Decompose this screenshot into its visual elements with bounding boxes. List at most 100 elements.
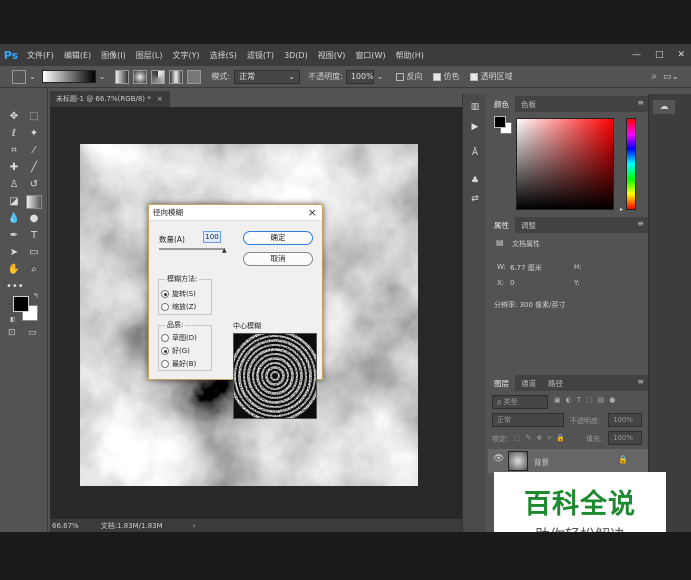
properties-menu-icon[interactable]: ≡	[637, 219, 644, 228]
spin-radio[interactable]: 旋转(S)	[161, 289, 196, 299]
layer-filter-icons[interactable]: ▣◐T⬚▤●	[554, 396, 620, 404]
gradient-tool-icon[interactable]	[26, 195, 42, 209]
hue-slider-handle[interactable]: ▸	[620, 206, 623, 213]
zoom-level[interactable]: 66.67%	[52, 522, 79, 530]
libraries-icon[interactable]: ☁	[653, 100, 675, 114]
lock-icons[interactable]: ⬚✎✥⌗🔒	[514, 434, 570, 443]
actions-panel-icon[interactable]: ▶	[468, 122, 482, 134]
lasso-tool-icon[interactable]: ℓ	[6, 127, 22, 141]
menu-help[interactable]: 帮助(H)	[391, 50, 429, 61]
swap-colors-icon[interactable]: ↰	[33, 292, 39, 300]
tab-swatches[interactable]: 色板	[515, 96, 542, 112]
cancel-button[interactable]: 取消	[243, 252, 313, 266]
menu-window[interactable]: 窗口(W)	[350, 50, 390, 61]
hue-slider[interactable]	[626, 118, 636, 210]
zoom-radio[interactable]: 缩放(Z)	[161, 302, 196, 312]
tab-color[interactable]: 颜色	[488, 96, 515, 112]
fill-input[interactable]: 100%	[608, 431, 642, 445]
tab-properties[interactable]: 属性	[488, 217, 515, 233]
diamond-gradient-icon[interactable]	[187, 69, 202, 84]
menu-type[interactable]: 文字(Y)	[167, 50, 204, 61]
layer-kind-filter[interactable]: ρ 类型	[492, 395, 548, 409]
menu-file[interactable]: 文件(F)	[22, 50, 59, 61]
dither-checkbox[interactable]	[432, 72, 441, 81]
best-radio[interactable]: 最好(B)	[161, 359, 196, 369]
magic-wand-icon[interactable]: ✦	[26, 127, 42, 141]
eraser-tool-icon[interactable]: ◪	[6, 195, 22, 209]
document-tab[interactable]: 未标题-1 @ 66.7%(RGB/8) * ×	[50, 91, 170, 107]
menu-view[interactable]: 视图(V)	[313, 50, 351, 61]
good-radio[interactable]: 好(G)	[161, 346, 190, 356]
menu-edit[interactable]: 编辑(E)	[59, 50, 96, 61]
history-panel-icon[interactable]: ▥	[468, 102, 482, 114]
tab-adjustments[interactable]: 调整	[515, 217, 542, 233]
search-icon[interactable]: ⌕	[651, 71, 657, 82]
layer-blend-mode[interactable]: 正常	[492, 413, 564, 427]
healing-brush-icon[interactable]: ✚	[6, 161, 22, 175]
tab-paths[interactable]: 路径	[542, 375, 569, 391]
restore-button[interactable]: □	[655, 50, 664, 60]
brush-tool-icon[interactable]: ╱	[26, 161, 42, 175]
draft-radio-dot[interactable]	[161, 334, 169, 342]
radial-gradient-icon[interactable]	[133, 69, 148, 84]
screen-mode-icon[interactable]: ▭	[28, 328, 37, 338]
type-tool-icon[interactable]: T	[26, 229, 42, 243]
layers-menu-icon[interactable]: ≡	[637, 377, 644, 386]
opacity-input[interactable]: 100%	[345, 69, 374, 84]
draft-radio[interactable]: 草图(D)	[161, 333, 197, 343]
color-field[interactable]	[516, 118, 614, 210]
menu-select[interactable]: 选择(S)	[205, 50, 242, 61]
gradient-chevron-icon[interactable]: ⌄	[99, 72, 106, 81]
minimize-button[interactable]: —	[632, 50, 641, 60]
ok-button[interactable]: 确定	[243, 231, 313, 245]
reflected-gradient-icon[interactable]	[169, 69, 184, 84]
workspace-icon[interactable]: ▭⌄	[663, 72, 679, 82]
tab-layers[interactable]: 图层	[488, 375, 515, 391]
spin-radio-dot[interactable]	[161, 290, 169, 298]
linear-gradient-icon[interactable]	[115, 69, 130, 84]
hand-tool-icon[interactable]: ✋	[6, 263, 22, 277]
menu-filter[interactable]: 滤镜(T)	[242, 50, 279, 61]
panel-fg-swatch[interactable]	[494, 116, 506, 128]
close-tab-icon[interactable]: ×	[157, 95, 163, 103]
brush-panel-icon[interactable]: ♣	[468, 176, 482, 188]
pen-tool-icon[interactable]: ✒	[6, 229, 22, 243]
visibility-eye-icon[interactable]: 👁	[493, 454, 504, 464]
best-radio-dot[interactable]	[161, 360, 169, 368]
character-panel-icon[interactable]: Ā	[468, 148, 482, 160]
layer-row[interactable]: 👁 背景 🔒	[488, 449, 648, 473]
crop-tool-icon[interactable]: ⌗	[6, 144, 22, 158]
stamp-tool-icon[interactable]: ♙	[6, 178, 22, 192]
path-select-icon[interactable]: ➤	[6, 246, 22, 260]
layer-opacity-input[interactable]: 100%	[608, 413, 642, 427]
quick-mask-icon[interactable]: ⊡	[8, 328, 16, 338]
panel-menu-icon[interactable]: ≡	[637, 98, 644, 107]
preset-chevron-icon[interactable]: ⌄	[29, 72, 36, 81]
marquee-tool-icon[interactable]: ⬚	[26, 110, 42, 124]
transparency-checkbox[interactable]	[469, 72, 478, 81]
close-button[interactable]: ✕	[677, 50, 685, 60]
tab-channels[interactable]: 通道	[515, 375, 542, 391]
gradient-preview[interactable]	[41, 70, 96, 83]
angle-gradient-icon[interactable]	[151, 69, 166, 84]
good-radio-dot[interactable]	[161, 347, 169, 355]
blur-center-preview[interactable]	[233, 333, 317, 419]
status-arrow-icon[interactable]: ›	[193, 522, 196, 530]
reverse-checkbox[interactable]	[395, 72, 404, 81]
adjust-panel-icon[interactable]: ⇄	[468, 194, 482, 206]
mode-select[interactable]: 正常 ⌄	[234, 69, 301, 84]
move-tool-icon[interactable]: ✥	[6, 110, 22, 124]
menu-image[interactable]: 图像(I)	[96, 50, 131, 61]
tool-preset-icon[interactable]	[12, 69, 26, 84]
eyedropper-icon[interactable]: ⁄	[26, 144, 42, 158]
menu-3d[interactable]: 3D(D)	[279, 51, 313, 60]
opacity-chevron-icon[interactable]: ⌄	[377, 72, 384, 81]
foreground-color-swatch[interactable]	[13, 296, 29, 312]
shape-tool-icon[interactable]: ▭	[26, 246, 42, 260]
default-colors-icon[interactable]: ◧	[10, 316, 16, 323]
blur-tool-icon[interactable]: 💧	[6, 212, 22, 226]
dodge-tool-icon[interactable]: ●	[26, 212, 42, 226]
amount-input[interactable]: 100	[203, 231, 221, 243]
history-brush-icon[interactable]: ↺	[26, 178, 42, 192]
amount-slider-handle[interactable]: ▲	[222, 247, 227, 254]
